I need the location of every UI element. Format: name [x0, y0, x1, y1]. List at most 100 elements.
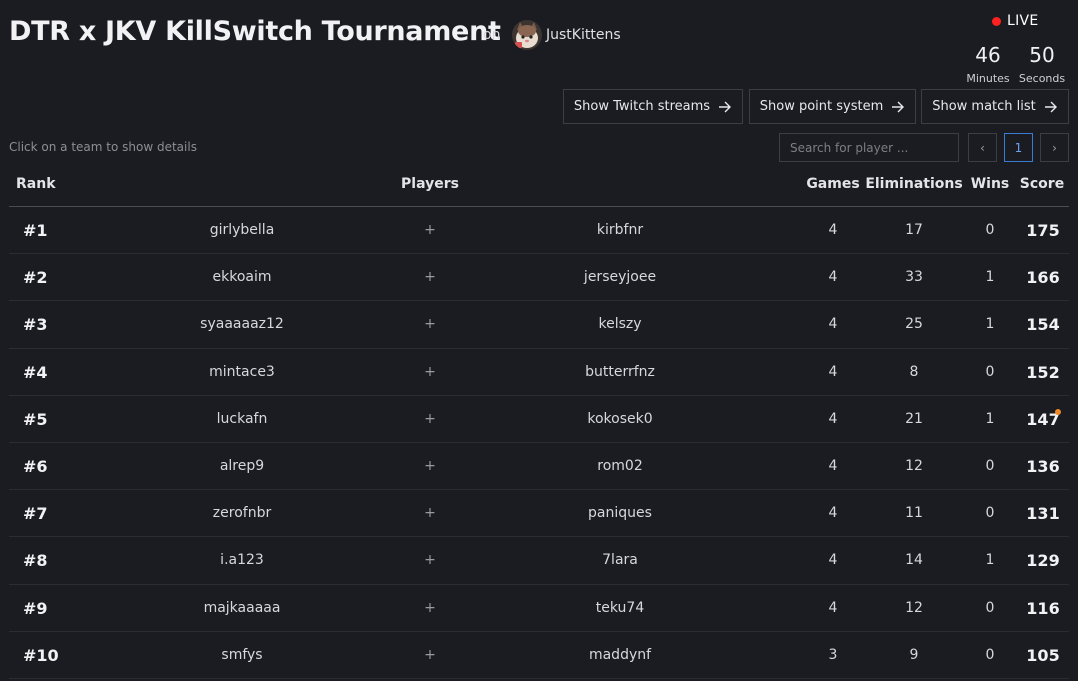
wins-cell: 1	[985, 552, 995, 569]
score-cell: 136	[1026, 456, 1060, 476]
rank-cell: #3	[23, 315, 48, 335]
table-row[interactable]: #1 girlybella + kirbfnr 4 17 0 175	[9, 207, 1069, 255]
table-row[interactable]: #4 mintace3 + butterrfnz 4 8 0 152	[9, 349, 1069, 396]
prev-page-button[interactable]: ‹	[968, 133, 997, 162]
table-row[interactable]: #2 ekkoaim + jerseyjoee 4 33 1 166	[9, 254, 1069, 302]
table-row[interactable]: #6 alrep9 + rom02 4 12 0 136	[9, 443, 1069, 491]
table-row[interactable]: #7 zerofnbr + paniques 4 11 0 131	[9, 490, 1069, 538]
wins-cell: 0	[985, 222, 995, 238]
wins-cell: 1	[985, 410, 995, 427]
table-row[interactable]: #10 smfys + maddynf 3 9 0 105	[9, 632, 1069, 679]
show-match-list-button[interactable]: Show match list	[921, 89, 1069, 124]
players-separator: +	[424, 457, 436, 474]
wins-cell: 1	[985, 269, 995, 286]
players-separator: +	[424, 316, 436, 333]
player-one-cell: girlybella	[209, 222, 275, 238]
show-twitch-streams-button[interactable]: Show Twitch streams	[563, 89, 743, 124]
score-cell: 166	[1026, 268, 1060, 288]
players-separator: +	[424, 505, 436, 522]
points-button-label: Show point system	[759, 99, 884, 114]
on-label: on	[483, 27, 501, 43]
score-cell: 105	[1026, 645, 1060, 665]
chevron-right-icon: ›	[1052, 140, 1057, 155]
player-search-input[interactable]	[779, 133, 959, 162]
table-header: Rank Players Games Eliminations Wins Sco…	[9, 170, 1069, 207]
table-row[interactable]: #5 luckafn + kokosek0 4 21 1 147	[9, 396, 1069, 443]
eliminations-cell: 9	[909, 646, 919, 663]
player-two-cell: teku74	[595, 599, 645, 616]
players-separator: +	[424, 410, 436, 427]
rank-cell: #10	[23, 645, 59, 665]
rank-cell: #2	[23, 268, 48, 288]
eliminations-cell: 12	[905, 599, 923, 616]
streamer-link[interactable]: JustKittens	[512, 20, 621, 50]
players-separator: +	[424, 646, 436, 663]
games-cell: 4	[828, 599, 838, 616]
chevron-left-icon: ‹	[980, 140, 985, 155]
players-separator: +	[424, 269, 436, 286]
eliminations-cell: 25	[905, 316, 923, 333]
eliminations-cell: 33	[905, 269, 923, 286]
wins-cell: 1	[985, 316, 995, 333]
wins-cell: 0	[985, 646, 995, 663]
player-one-cell: majkaaaaa	[203, 599, 281, 616]
eliminations-cell: 17	[905, 222, 923, 238]
live-indicator: LIVE	[992, 13, 1039, 29]
games-cell: 4	[828, 410, 838, 427]
player-one-cell: mintace3	[209, 363, 275, 380]
seconds-value: 50	[1029, 43, 1055, 67]
games-cell: 4	[828, 552, 838, 569]
player-two-cell: kokosek0	[587, 410, 653, 427]
wins-cell: 0	[985, 599, 995, 616]
player-one-cell: alrep9	[219, 457, 265, 474]
score-cell: 154	[1026, 315, 1060, 335]
score-cell: 175	[1026, 221, 1060, 240]
timer-seconds: 50 Seconds	[1016, 44, 1068, 85]
games-cell: 4	[828, 269, 838, 286]
table-row[interactable]: #9 majkaaaaa + teku74 4 12 0 116	[9, 585, 1069, 632]
rank-cell: #9	[23, 598, 48, 618]
table-row[interactable]: #3 syaaaaaz12 + kelszy 4 25 1 154	[9, 301, 1069, 349]
player-two-cell: maddynf	[588, 646, 652, 663]
rank-cell: #6	[23, 456, 48, 476]
wins-cell: 0	[985, 457, 995, 474]
player-one-cell: luckafn	[216, 410, 268, 427]
eliminations-cell: 11	[905, 505, 923, 522]
rank-cell: #1	[23, 221, 48, 240]
seconds-label: Seconds	[1018, 72, 1066, 85]
games-cell: 4	[828, 222, 838, 238]
page-number: 1	[1014, 140, 1023, 155]
player-two-cell: rom02	[597, 457, 643, 474]
player-one-cell: smfys	[221, 646, 263, 663]
matches-button-label: Show match list	[932, 99, 1036, 114]
minutes-value: 46	[975, 43, 1001, 67]
twitch-button-label: Show Twitch streams	[573, 99, 711, 114]
player-two-cell: jerseyjoee	[583, 269, 657, 286]
header-score: Score	[1019, 176, 1065, 192]
eliminations-cell: 12	[905, 457, 923, 474]
page-1-button[interactable]: 1	[1004, 133, 1033, 162]
table-body: #1 girlybella + kirbfnr 4 17 0 175 #2 ekkoaim + jer…	[9, 207, 1069, 679]
players-separator: +	[424, 222, 436, 238]
player-one-cell: syaaaaaz12	[200, 316, 284, 333]
player-one-cell: zerofnbr	[212, 505, 272, 522]
wins-cell: 0	[985, 363, 995, 380]
eliminations-cell: 8	[909, 363, 919, 380]
header-eliminations: Eliminations	[865, 176, 963, 192]
player-two-cell: kelszy	[598, 316, 642, 333]
table-row[interactable]: #8 i.a123 +7lara 4 14 1 129	[9, 537, 1069, 585]
games-cell: 3	[828, 646, 838, 663]
team-details-hint: Click on a team to show details	[9, 140, 197, 154]
games-cell: 4	[828, 316, 838, 333]
header-players: Players	[401, 176, 459, 192]
rank-cell: #4	[23, 362, 48, 382]
rank-cell: #7	[23, 504, 48, 524]
arrow-right-icon	[719, 101, 732, 112]
player-two-cell: 7lara	[602, 552, 638, 569]
games-cell: 4	[828, 363, 838, 380]
next-page-button[interactable]: ›	[1040, 133, 1069, 162]
show-point-system-button[interactable]: Show point system	[749, 89, 916, 124]
score-cell: 152	[1026, 362, 1060, 382]
arrow-right-icon	[1044, 101, 1057, 112]
players-separator: +	[424, 552, 436, 569]
